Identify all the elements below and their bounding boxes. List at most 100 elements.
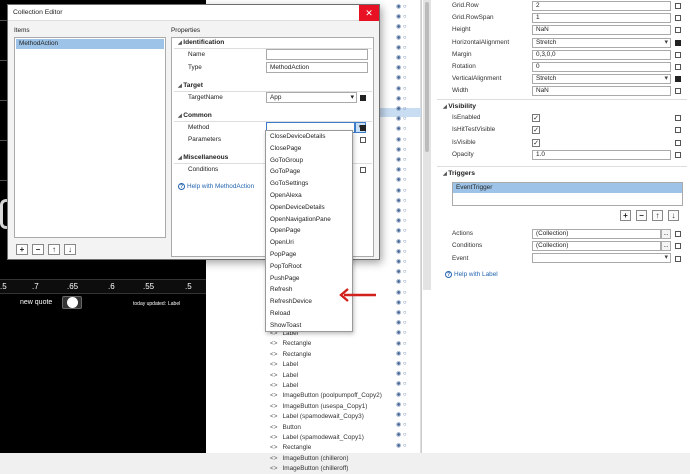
triggers-list[interactable]: EventTrigger [452,182,683,206]
event-select[interactable] [532,253,671,263]
eye-icon[interactable]: ◉ ○ [396,421,418,431]
reset-square[interactable] [360,167,366,173]
eye-icon[interactable]: ◉ ○ [396,146,418,156]
add-item-button[interactable]: + [16,244,28,255]
reset-square[interactable] [360,137,366,143]
reset-square[interactable] [675,256,681,262]
eye-icon[interactable]: ◉ ○ [396,299,418,309]
reset-square[interactable] [675,88,681,95]
method-option[interactable]: PushPage [266,273,352,285]
help-with-methodaction-link[interactable]: ? Help with MethodAction [178,183,254,190]
eye-icon[interactable]: ◉ ○ [396,74,418,84]
property-field[interactable]: 0,3,0,0 [532,49,671,60]
reset-square[interactable] [675,64,681,70]
binding-square[interactable] [360,95,366,101]
method-option[interactable]: ClosePage [266,143,352,155]
section-miscellaneous[interactable]: Miscellaneous [178,154,228,161]
name-field[interactable] [266,49,368,60]
reset-square[interactable] [675,3,681,9]
tree-node[interactable]: <> Label [270,381,298,391]
add-trigger-button[interactable]: + [620,210,631,221]
eye-icon[interactable]: ◉ ○ [396,340,418,350]
eye-icon[interactable]: ◉ ○ [396,442,418,452]
eye-icon[interactable]: ◉ ○ [396,95,418,105]
list-item[interactable]: MethodAction [16,39,164,49]
eye-icon[interactable]: ◉ ○ [396,309,418,319]
property-field[interactable]: 2 [532,1,671,11]
method-option[interactable]: OpenUri [266,237,352,249]
eye-icon[interactable]: ◉ ○ [396,85,418,95]
remove-item-button[interactable]: − [32,244,44,255]
eye-icon[interactable]: ◉ ○ [396,3,418,13]
eye-icon[interactable]: ◉ ○ [396,34,418,44]
method-option[interactable]: OpenAlexa [266,190,352,202]
tree-node[interactable]: <> Rectangle [270,339,311,349]
target-name-select[interactable]: App [266,92,357,103]
eye-icon[interactable]: ◉ ○ [396,360,418,370]
checkbox[interactable]: ✓ [532,138,540,147]
property-select[interactable]: Stretch [532,37,671,48]
reset-square[interactable] [675,76,681,83]
eye-icon[interactable]: ◉ ○ [396,370,418,380]
eye-icon[interactable]: ◉ ○ [396,431,418,441]
eye-icon[interactable]: ◉ ○ [396,166,418,176]
tree-node[interactable]: <> Rectangle [270,443,311,453]
eye-icon[interactable]: ◉ ○ [396,115,418,125]
method-option[interactable]: OpenPage [266,225,352,237]
actions-ellipsis-button[interactable]: ... [661,229,671,239]
reset-square[interactable] [675,51,681,58]
method-option[interactable]: GoToSettings [266,178,352,190]
tree-node[interactable]: <> Button [270,423,301,433]
eye-icon[interactable]: ◉ ○ [396,391,418,401]
eye-icon[interactable]: ◉ ○ [396,238,418,248]
eye-icon[interactable]: ◉ ○ [396,23,418,33]
eye-icon[interactable]: ◉ ○ [396,380,418,390]
eye-icon[interactable]: ◉ ○ [396,197,418,207]
move-up-trigger-button[interactable]: ↑ [652,210,663,221]
section-triggers[interactable]: Triggers [443,170,475,177]
eye-icon[interactable]: ◉ ○ [396,125,418,135]
type-field[interactable]: MethodAction [266,62,368,73]
eye-icon[interactable]: ◉ ○ [396,64,418,74]
checkbox[interactable]: ✓ [532,126,540,135]
eye-icon[interactable]: ◉ ○ [396,156,418,166]
section-target[interactable]: Target [178,82,203,89]
method-option[interactable]: GoToPage [266,166,352,178]
property-field[interactable]: 1 [532,13,671,24]
eye-icon[interactable]: ◉ ○ [396,227,418,237]
tree-node[interactable]: <> Label [270,360,298,370]
eye-icon[interactable]: ◉ ○ [396,350,418,360]
eye-icon[interactable]: ◉ ○ [396,136,418,146]
eye-icon[interactable]: ◉ ○ [396,411,418,421]
eye-icon[interactable]: ◉ ○ [396,258,418,268]
reset-square[interactable] [675,231,681,237]
method-option[interactable]: OpenNavigationPane [266,214,352,226]
reset-square[interactable] [675,127,681,134]
conditions-ellipsis-button[interactable]: ... [661,241,671,251]
tree-node[interactable]: <> Label [270,371,298,381]
close-button[interactable]: ✕ [359,5,379,21]
tree-node[interactable]: <> ImageButton (chilleroff) [270,464,348,474]
section-identification[interactable]: Identification [178,39,224,46]
reset-square[interactable] [675,15,681,22]
section-common[interactable]: Common [178,112,212,119]
scrollbar-thumb[interactable] [425,2,429,152]
tree-node[interactable]: <> ImageButton (poolpumpoff_Copy2) [270,391,382,401]
move-up-button[interactable]: ↑ [48,244,60,255]
trigger-item[interactable]: EventTrigger [453,183,682,193]
eye-icon[interactable]: ◉ ○ [396,187,418,197]
property-select[interactable]: Stretch [532,74,671,85]
eye-icon[interactable]: ◉ ○ [396,401,418,411]
eye-icon[interactable]: ◉ ○ [396,207,418,217]
opacity-field[interactable]: 1.0 [532,150,671,160]
method-option[interactable]: PopPage [266,249,352,261]
reset-square[interactable] [675,152,681,158]
eye-icon[interactable]: ◉ ○ [396,319,418,329]
binding-square[interactable] [360,125,366,131]
tree-node[interactable]: <> Label (spamodewait_Copy3) [270,412,364,422]
method-option[interactable]: GoToGroup [266,155,352,167]
eye-icon[interactable]: ◉ ○ [396,176,418,186]
property-field[interactable]: NaN [532,86,671,97]
tree-node[interactable]: <> Label (spamodewait_Copy1) [270,433,364,443]
property-field[interactable]: 0 [532,62,671,72]
